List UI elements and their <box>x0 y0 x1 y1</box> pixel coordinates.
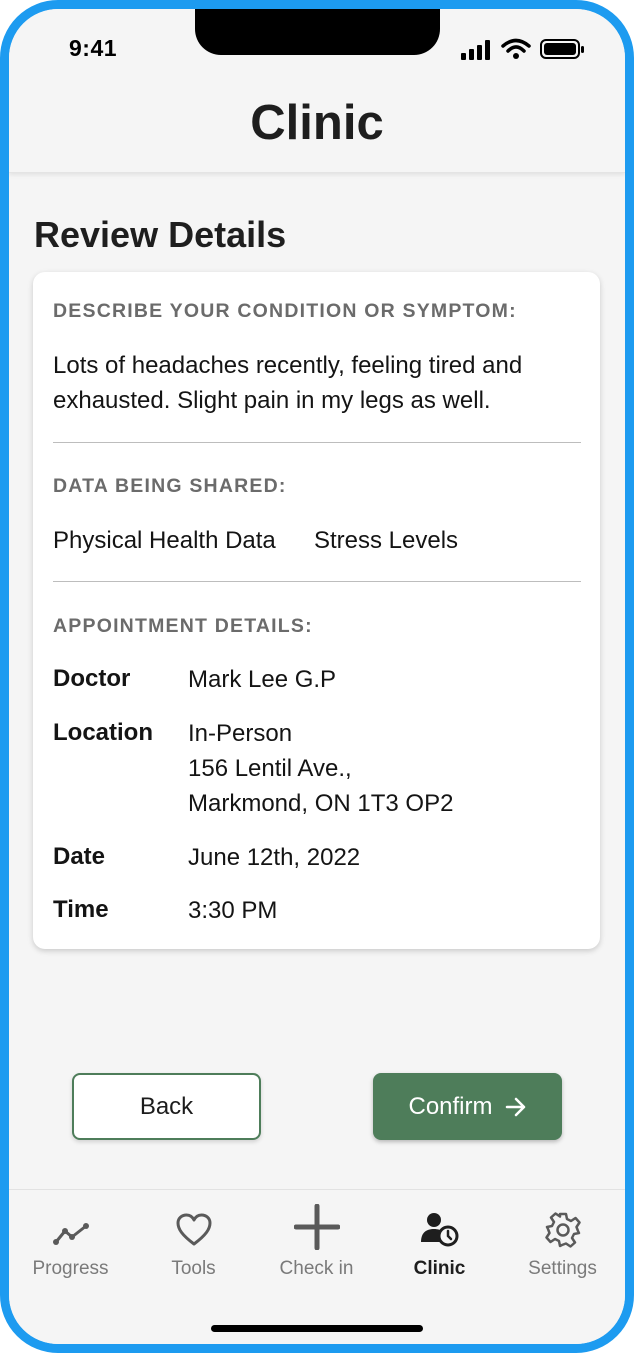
status-time: 9:41 <box>69 35 118 61</box>
tab-label: Settings <box>528 1258 597 1279</box>
tab-settings[interactable]: Settings <box>501 1190 624 1300</box>
cellular-signal-icon <box>461 40 490 60</box>
review-card: DESCRIBE YOUR CONDITION OR SYMPTOM: Lots… <box>33 272 600 949</box>
doctor-value: Mark Lee G.P <box>188 666 337 693</box>
confirm-button[interactable]: Confirm <box>373 1073 562 1140</box>
tab-bar: Progress Tools Check in Clinic Settings <box>9 1189 625 1344</box>
date-key: Date <box>53 843 106 870</box>
location-key: Location <box>53 719 153 746</box>
time-key: Time <box>53 896 109 923</box>
data-shared-label: DATA BEING SHARED: <box>53 475 287 497</box>
tab-label: Check in <box>279 1258 354 1279</box>
tab-label: Tools <box>171 1258 216 1279</box>
tab-check-in[interactable]: Check in <box>255 1190 378 1300</box>
data-shared-item: Physical Health Data <box>53 527 276 554</box>
tab-progress[interactable]: Progress <box>9 1190 132 1300</box>
battery-icon <box>540 39 584 59</box>
tab-clinic[interactable]: Clinic <box>378 1190 501 1300</box>
divider <box>53 442 581 443</box>
page-title: Clinic <box>250 96 384 150</box>
condition-label: DESCRIBE YOUR CONDITION OR SYMPTOM: <box>53 300 517 322</box>
plus-icon <box>293 1204 340 1250</box>
device-notch <box>195 9 440 55</box>
progress-icon <box>52 1223 89 1245</box>
date-value: June 12th, 2022 <box>188 844 361 871</box>
divider <box>53 581 581 582</box>
tab-label: Clinic <box>413 1258 466 1279</box>
confirm-button-label: Confirm <box>408 1092 493 1120</box>
condition-text: Lots of headaches recently, feeling tire… <box>53 352 523 414</box>
phone-frame: Clinic 9:41 Review Details DESCRIBE YOUR… <box>0 0 634 1353</box>
arrow-right-icon <box>505 1097 525 1116</box>
tab-label: Progress <box>32 1258 109 1279</box>
clinic-icon <box>420 1213 458 1247</box>
location-value: In-Person 156 Lentil Ave., Markmond, ON … <box>188 716 453 821</box>
back-button-label: Back <box>139 1092 194 1120</box>
location-line: Markmond, ON 1T3 OP2 <box>188 790 454 817</box>
gear-icon <box>544 1212 581 1248</box>
time-value: 3:30 PM <box>188 897 278 924</box>
appointment-label: APPOINTMENT DETAILS: <box>53 615 313 637</box>
back-button[interactable]: Back <box>72 1073 261 1140</box>
section-title: Review Details <box>34 214 287 255</box>
data-shared-item: Stress Levels <box>314 527 459 554</box>
tab-tools[interactable]: Tools <box>132 1190 255 1300</box>
wifi-icon <box>501 38 531 59</box>
location-line: In-Person <box>188 720 293 747</box>
home-indicator <box>211 1325 423 1332</box>
heart-icon <box>176 1213 211 1246</box>
location-line: 156 Lentil Ave., <box>188 755 352 782</box>
doctor-key: Doctor <box>53 665 131 692</box>
